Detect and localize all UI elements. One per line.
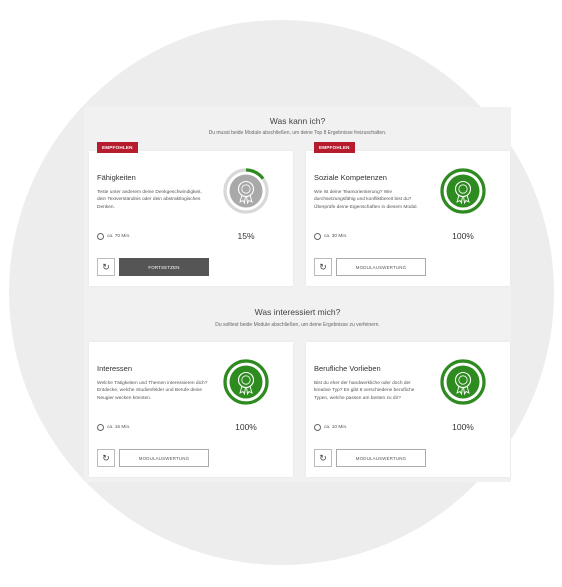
progress-percent: 15%: [237, 231, 255, 241]
card-description: Welche Tätigkeiten und Themen interessie…: [97, 381, 208, 401]
progress-percent: 100%: [452, 422, 474, 432]
award-rosette-icon: [440, 359, 486, 405]
recommended-badge: EMPFOHLEN: [97, 142, 138, 153]
clock-icon: [97, 233, 104, 240]
card-title: Interessen: [97, 364, 133, 373]
module-action-button[interactable]: MODULAUSWERTUNG: [119, 449, 209, 467]
module-card-interessen: Interessen Welche Tätigkeiten und Themen…: [89, 342, 293, 477]
card-description: Wie ist deine Teamorientierung? Wie durc…: [314, 190, 418, 210]
clock-icon: [314, 233, 321, 240]
section-title-interests: Was interessiert mich?: [254, 307, 341, 317]
section-subtitle-interests: Du solltest beide Module abschließen, um…: [215, 322, 380, 328]
award-rosette-icon: [223, 359, 269, 405]
recommended-badge: EMPFOHLEN: [314, 142, 355, 153]
card-title: Berufliche Vorlieben: [314, 364, 381, 373]
card-duration: ca. 10 Min.: [314, 424, 347, 431]
card-description: Teste unter anderem deine Denkgeschwindi…: [97, 190, 202, 210]
card-duration: ca. 30 Min.: [314, 233, 347, 240]
duration-text: ca. 70 Min.: [107, 234, 131, 239]
award-rosette-icon: [223, 168, 269, 214]
duration-text: ca. 30 Min.: [324, 234, 348, 239]
progress-percent: 100%: [235, 422, 257, 432]
card-duration: ca. 15 Min.: [97, 424, 130, 431]
reset-icon: ↻: [319, 452, 327, 463]
reset-icon: ↻: [319, 261, 327, 272]
module-card-faehigkeiten: EMPFOHLEN Fähigkeiten Teste unter andere…: [89, 142, 293, 286]
award-rosette-icon: [440, 168, 486, 214]
card-title: Soziale Kompetenzen: [314, 173, 387, 182]
card-description: Bist du eher der handwerkliche oder doch…: [314, 381, 415, 401]
section-title-skills: Was kann ich?: [269, 116, 326, 126]
reset-button[interactable]: ↻: [314, 449, 332, 467]
module-card-soziale-kompetenzen: EMPFOHLEN Soziale Kompetenzen Wie ist de…: [306, 142, 510, 286]
reset-button[interactable]: ↻: [314, 258, 332, 276]
card-duration: ca. 70 Min.: [97, 233, 130, 240]
card-title: Fähigkeiten: [97, 173, 136, 182]
clock-icon: [314, 424, 321, 431]
module-action-button[interactable]: MODULAUSWERTUNG: [336, 258, 426, 276]
reset-button[interactable]: ↻: [97, 449, 115, 467]
module-card-berufliche-vorlieben: Berufliche Vorlieben Bist du eher der ha…: [306, 342, 510, 477]
section-subtitle-skills: Du musst beide Module abschließen, um de…: [208, 130, 387, 136]
progress-percent: 100%: [452, 231, 474, 241]
reset-icon: ↻: [102, 261, 110, 272]
reset-icon: ↻: [102, 452, 110, 463]
duration-text: ca. 10 Min.: [324, 425, 348, 430]
module-action-button[interactable]: FORTSETZEN: [119, 258, 209, 276]
module-action-button[interactable]: MODULAUSWERTUNG: [336, 449, 426, 467]
clock-icon: [97, 424, 104, 431]
duration-text: ca. 15 Min.: [107, 425, 131, 430]
reset-button[interactable]: ↻: [97, 258, 115, 276]
